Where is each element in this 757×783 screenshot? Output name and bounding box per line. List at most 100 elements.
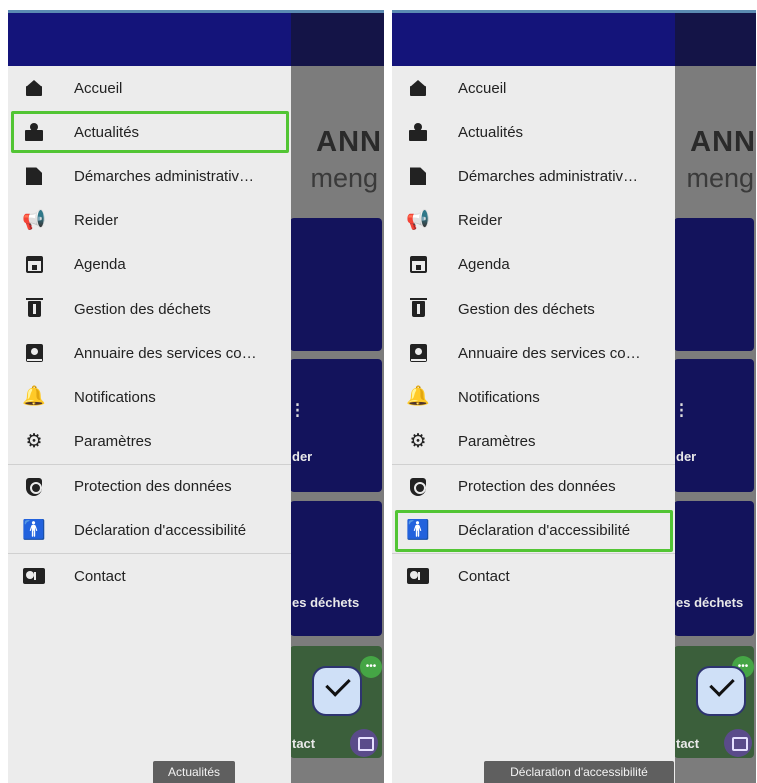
menu-item-accessibilite[interactable]: 🚹 Déclaration d'accessibilité [8, 509, 291, 553]
bell-icon: 🔔 [406, 386, 430, 408]
background-tile[interactable] [674, 218, 754, 351]
menu-item-gestion-dechets[interactable]: Gestion des déchets [392, 287, 675, 331]
menu-item-label: Reider [74, 212, 119, 230]
background-title-fragment: ANN [316, 126, 382, 158]
trash-icon [407, 298, 429, 320]
background-tile-label: es déchets [676, 595, 744, 610]
background-subtitle-fragment: meng [686, 163, 754, 193]
background-tile[interactable] [290, 218, 382, 351]
menu-item-label: Annuaire des services co… [74, 344, 257, 362]
menu-item-agenda[interactable]: Agenda [8, 243, 291, 287]
background-tile-label: tact [676, 736, 700, 751]
menu-item-accueil[interactable]: Accueil [392, 66, 675, 110]
screenshot-panel-right: ANN meng ⁝ der es déchets tact ••• Accue… [392, 10, 756, 783]
menu-item-actualites[interactable]: Actualités [8, 110, 291, 154]
contact-book-icon [407, 342, 429, 364]
drawer-menu: Accueil Actualités Démarches administrat… [8, 66, 291, 598]
accessibility-icon: 🚹 [22, 519, 46, 541]
menu-item-agenda[interactable]: Agenda [392, 243, 675, 287]
menu-item-gestion-dechets[interactable]: Gestion des déchets [8, 287, 291, 331]
screenshot-panel-left: ANN meng ⁝ der es déchets tact ••• Accue… [8, 10, 384, 783]
megaphone-icon: 📢 [406, 209, 430, 231]
menu-item-label: Gestion des déchets [458, 300, 595, 318]
menu-item-label: Gestion des déchets [74, 300, 211, 318]
menu-item-label: Accueil [74, 79, 123, 97]
menu-item-demarches[interactable]: Démarches administrativ… [8, 154, 291, 198]
menu-item-label: Paramètres [74, 433, 152, 451]
menu-item-parametres[interactable]: ⚙ Paramètres [392, 420, 675, 464]
menu-item-label: Protection des données [74, 478, 232, 496]
menu-item-contact[interactable]: Contact [8, 554, 291, 598]
background-tile-label: der [292, 449, 313, 464]
chat-icon[interactable] [724, 729, 752, 757]
shield-icon [407, 476, 429, 498]
menu-item-protection[interactable]: Protection des données [392, 465, 675, 509]
tooltip: Déclaration d'accessibilité [484, 761, 674, 783]
more-icon[interactable]: ••• [360, 656, 382, 678]
menu-item-notifications[interactable]: 🔔 Notifications [8, 375, 291, 419]
drawer-header [8, 13, 291, 66]
trash-icon [23, 298, 45, 320]
background-tile-dechets[interactable] [290, 501, 382, 636]
news-icon [23, 121, 45, 143]
navigation-drawer: Accueil Actualités Démarches administrat… [392, 13, 675, 783]
gear-icon: ⚙ [409, 430, 427, 452]
megaphone-icon: 📢 [22, 209, 46, 231]
background-tile-label: es déchets [292, 595, 360, 610]
menu-item-label: Paramètres [458, 433, 536, 451]
check-icon [325, 671, 351, 697]
shield-icon [23, 476, 45, 498]
document-edit-icon [407, 165, 429, 187]
news-icon [407, 121, 429, 143]
menu-item-label: Démarches administrativ… [458, 167, 639, 185]
background-title-fragment: ANN [690, 126, 756, 158]
menu-item-label: Démarches administrativ… [74, 167, 255, 185]
background-tile-dechets[interactable] [674, 501, 754, 636]
menu-item-label: Notifications [74, 388, 156, 406]
menu-item-label: Protection des données [458, 478, 616, 496]
menu-item-label: Annuaire des services co… [458, 344, 641, 362]
menu-item-actualites[interactable]: Actualités [392, 110, 675, 154]
selection-highlight [11, 111, 289, 154]
check-fab-button[interactable] [312, 666, 362, 716]
menu-item-contact[interactable]: Contact [392, 554, 675, 598]
menu-item-annuaire[interactable]: Annuaire des services co… [392, 331, 675, 375]
menu-item-label: Déclaration d'accessibilité [458, 522, 631, 540]
menu-item-label: Contact [74, 567, 126, 585]
menu-item-label: Accueil [458, 79, 507, 97]
chat-icon[interactable] [350, 729, 378, 757]
menu-item-demarches[interactable]: Démarches administrativ… [392, 154, 675, 198]
calendar-icon [407, 254, 429, 276]
check-icon [709, 671, 735, 697]
calendar-icon [23, 254, 45, 276]
gear-icon: ⚙ [25, 430, 43, 452]
drawer-menu: Accueil Actualités Démarches administrat… [392, 66, 675, 598]
menu-item-label: Agenda [458, 256, 510, 274]
menu-item-protection[interactable]: Protection des données [8, 465, 291, 509]
background-tile-label: der [676, 449, 697, 464]
drawer-header [392, 13, 675, 66]
menu-item-label: Contact [458, 567, 510, 585]
menu-item-reider[interactable]: 📢 Reider [8, 199, 291, 243]
menu-item-reider[interactable]: 📢 Reider [392, 199, 675, 243]
menu-item-parametres[interactable]: ⚙ Paramètres [8, 420, 291, 464]
check-fab-button[interactable] [696, 666, 746, 716]
menu-item-label: Agenda [74, 256, 126, 274]
background-tile-label: tact [292, 736, 316, 751]
navigation-drawer: Accueil Actualités Démarches administrat… [8, 13, 291, 783]
menu-item-label: Notifications [458, 388, 540, 406]
bell-icon: 🔔 [22, 386, 46, 408]
menu-item-notifications[interactable]: 🔔 Notifications [392, 375, 675, 419]
menu-item-label: Actualités [458, 123, 524, 141]
contact-card-icon [407, 565, 429, 587]
contact-card-icon [23, 565, 45, 587]
background-tile-reider[interactable] [290, 359, 382, 492]
megaphone-icon: ⁝ [294, 398, 301, 423]
menu-item-annuaire[interactable]: Annuaire des services co… [8, 331, 291, 375]
menu-item-accueil[interactable]: Accueil [8, 66, 291, 110]
menu-item-accessibilite[interactable]: 🚹 Déclaration d'accessibilité [392, 509, 675, 553]
menu-item-label: Actualités [74, 123, 140, 141]
background-tile-reider[interactable] [674, 359, 754, 492]
menu-item-label: Reider [458, 212, 503, 230]
menu-item-label: Déclaration d'accessibilité [74, 522, 247, 540]
